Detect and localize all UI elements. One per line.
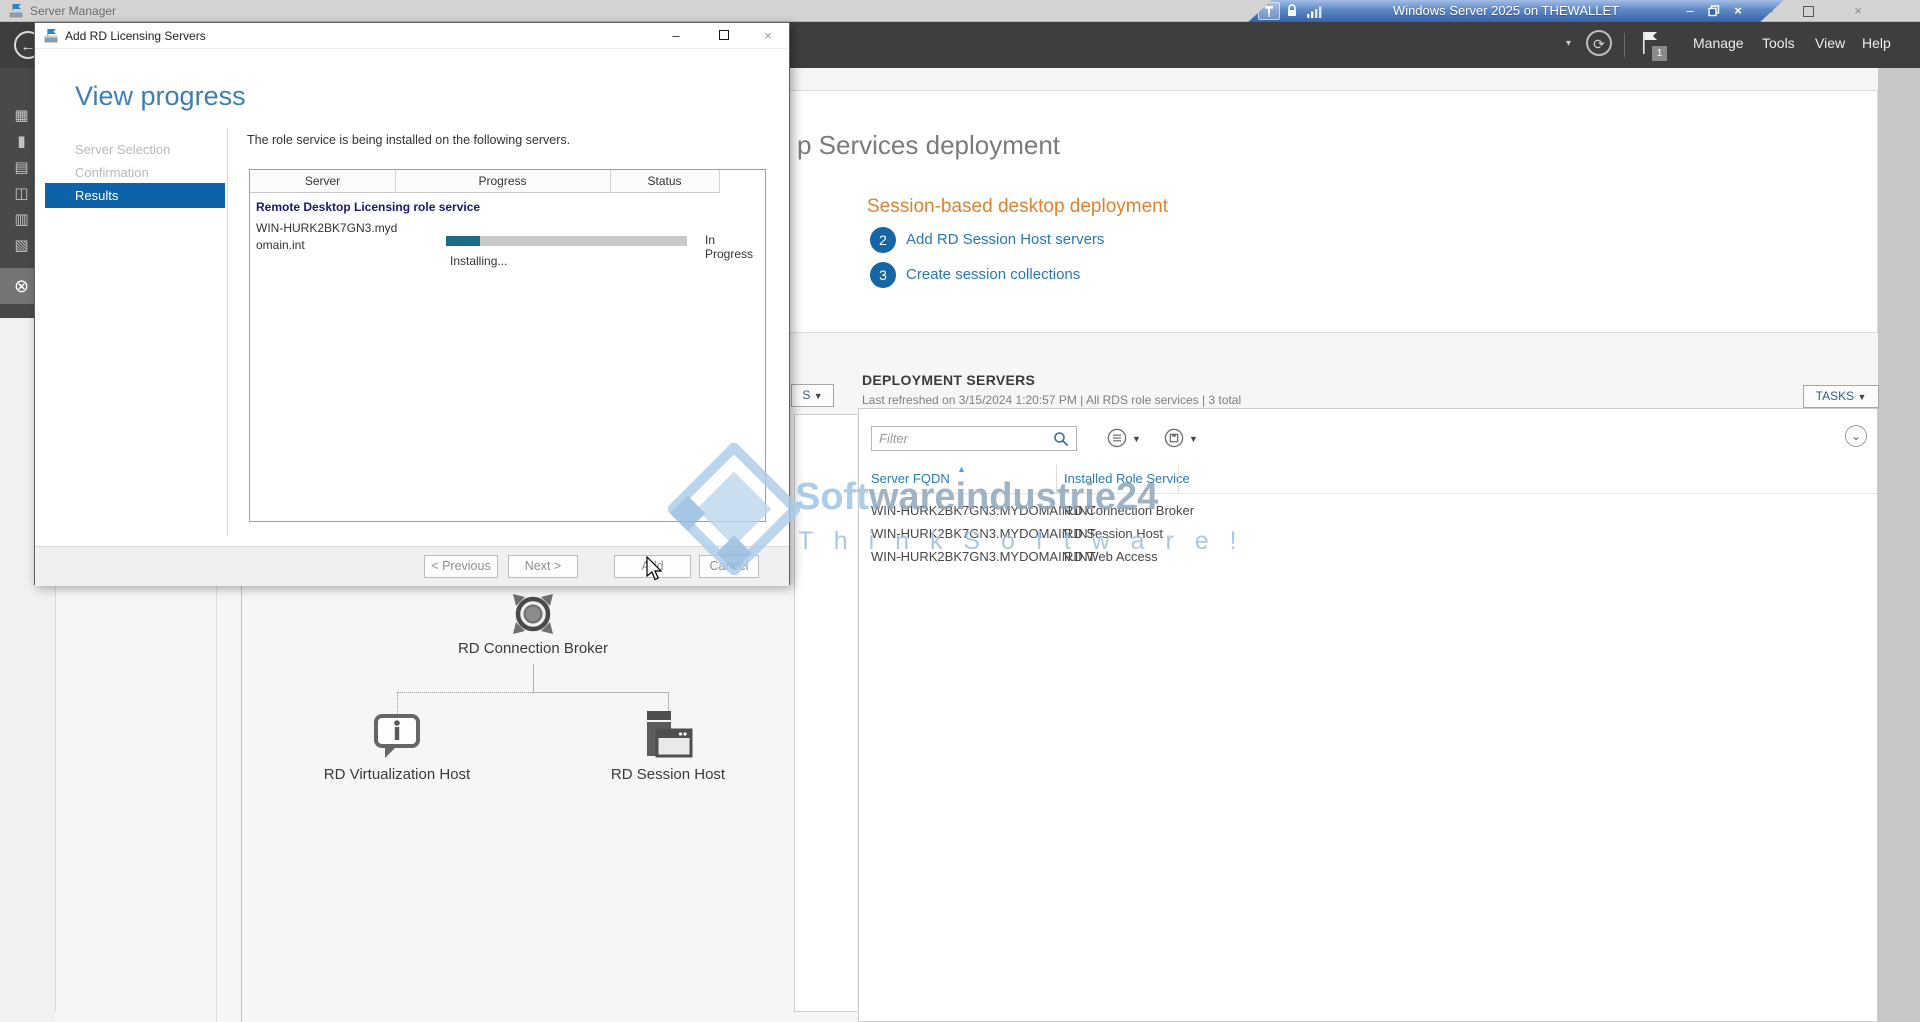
rdp-connection-bar: Windows Server 2025 on THEWALLET – × bbox=[1248, 0, 1784, 22]
filter-input[interactable] bbox=[871, 426, 1077, 451]
table-row-role[interactable]: RD Session Host bbox=[1064, 526, 1163, 541]
rd-connection-broker-label: RD Connection Broker bbox=[433, 640, 633, 657]
menu-manage[interactable]: Manage bbox=[1693, 35, 1744, 51]
menu-view[interactable]: View bbox=[1815, 35, 1845, 51]
header-separator bbox=[1624, 33, 1625, 57]
refresh-button[interactable]: ⟳ bbox=[1586, 30, 1612, 56]
collapse-chevron-button[interactable]: ⌄ bbox=[1845, 425, 1867, 447]
rd-virtualization-host-label: RD Virtualization Host bbox=[297, 766, 497, 783]
create-session-collections-link[interactable]: Create session collections bbox=[906, 266, 1080, 283]
deployment-servers-title: DEPLOYMENT SERVERS bbox=[862, 372, 1035, 388]
lock-icon bbox=[1286, 4, 1298, 23]
menu-help[interactable]: Help bbox=[1862, 35, 1891, 51]
table-row-role[interactable]: RD Web Access bbox=[1064, 549, 1158, 564]
outer-maximize-button[interactable] bbox=[1803, 6, 1814, 17]
caret-down-icon: ▼ bbox=[814, 391, 823, 401]
dialog-minimize-button[interactable]: – bbox=[661, 25, 691, 46]
column-header-status: Status bbox=[610, 170, 719, 193]
screen: Server Manager – × Windows Server 2025 o… bbox=[0, 0, 1920, 1022]
menu-tools[interactable]: Tools bbox=[1762, 35, 1795, 51]
outer-window-title: Server Manager bbox=[30, 4, 116, 18]
caret-down-icon[interactable]: ▼ bbox=[1189, 434, 1198, 444]
signal-strength-icon bbox=[1306, 5, 1322, 23]
sort-ascending-icon: ▲ bbox=[957, 464, 966, 474]
step-3-badge: 3 bbox=[870, 262, 896, 288]
add-button[interactable]: Add bbox=[614, 555, 691, 578]
add-rd-licensing-servers-dialog: Add RD Licensing Servers – × View progre… bbox=[34, 22, 790, 585]
covered-panel-fragment bbox=[794, 414, 857, 1012]
column-header-server-fqdn[interactable]: Server FQDN bbox=[871, 471, 950, 486]
column-header-server: Server bbox=[250, 170, 395, 193]
server-manager-icon bbox=[8, 3, 24, 24]
maximize-icon bbox=[719, 30, 729, 40]
caret-down-icon[interactable]: ▼ bbox=[1132, 434, 1141, 444]
rdp-close-button[interactable]: × bbox=[1728, 1, 1748, 20]
deployment-servers-refresh-line: Last refreshed on 3/15/2024 1:20:57 PM |… bbox=[862, 393, 1241, 407]
install-progress-table: Server Progress Status Remote Desktop Li… bbox=[249, 169, 766, 522]
cancel-button[interactable]: Cancel bbox=[699, 555, 759, 578]
search-icon[interactable] bbox=[1053, 431, 1069, 452]
save-view-button[interactable] bbox=[1164, 428, 1184, 453]
dialog-close-button[interactable]: × bbox=[753, 25, 783, 46]
table-row-role[interactable]: RD Connection Broker bbox=[1064, 503, 1194, 518]
header-bottom-divider bbox=[859, 493, 1877, 494]
connector-line bbox=[397, 692, 533, 693]
dialog-title: Add RD Licensing Servers bbox=[65, 29, 206, 43]
column-divider bbox=[610, 170, 611, 193]
install-row-server: WIN-HURK2BK7GN3.mydomain.int bbox=[256, 220, 398, 255]
tasks-button[interactable]: TASKS ▼ bbox=[1803, 385, 1879, 408]
install-row-status: In Progress bbox=[705, 233, 765, 261]
rd-virtualization-host-icon[interactable] bbox=[373, 712, 421, 765]
rdp-minimize-button[interactable]: – bbox=[1680, 1, 1700, 20]
wizard-footer: < Previous Next > Add Cancel bbox=[35, 546, 789, 586]
wizard-heading: View progress bbox=[75, 81, 246, 112]
dialog-maximize-button[interactable] bbox=[709, 25, 739, 46]
deployment-type-heading: Session-based desktop deployment bbox=[867, 196, 1168, 218]
step-2-badge: 2 bbox=[870, 227, 896, 253]
rd-session-host-icon[interactable] bbox=[642, 710, 694, 767]
table-row-fqdn[interactable]: WIN-HURK2BK7GN3.MYDOMAIN.INT bbox=[871, 549, 1096, 564]
wizard-nav-results[interactable]: Results bbox=[45, 183, 225, 208]
progress-fill bbox=[446, 236, 480, 246]
deployment-servers-panel: ▼ ▼ ⌄ Server FQDN ▲ Installed Role Servi… bbox=[858, 408, 1878, 1022]
role-service-group-label: Remote Desktop Licensing role service bbox=[256, 200, 480, 214]
caret-down-icon: ▼ bbox=[1857, 392, 1866, 402]
chevron-down-icon[interactable]: ▾ bbox=[1566, 38, 1571, 49]
next-button[interactable]: Next > bbox=[508, 555, 578, 578]
column-divider bbox=[395, 170, 396, 193]
dialog-titlebar[interactable]: Add RD Licensing Servers – × bbox=[35, 23, 789, 49]
outer-close-button[interactable]: × bbox=[1847, 1, 1869, 21]
wizard-divider bbox=[227, 129, 228, 535]
column-header-installed-role-service[interactable]: Installed Role Service bbox=[1064, 471, 1190, 486]
connector-line bbox=[533, 664, 534, 692]
tile-edge-line bbox=[241, 585, 242, 1022]
rdp-session-title: Windows Server 2025 on THEWALLET bbox=[1343, 3, 1669, 18]
rd-session-host-label: RD Session Host bbox=[568, 766, 768, 783]
rds-overview-heading-fragment: p Services deployment bbox=[797, 130, 1060, 161]
connector-line bbox=[397, 692, 398, 714]
table-row-fqdn[interactable]: WIN-HURK2BK7GN3.MYDOMAIN.INT bbox=[871, 526, 1096, 541]
wizard-description: The role service is being installed on t… bbox=[247, 133, 570, 147]
tile-edge-line bbox=[216, 585, 217, 1022]
notification-count-badge: 1 bbox=[1652, 46, 1667, 61]
tasks-button-fragment[interactable]: S ▼ bbox=[791, 384, 834, 407]
wizard-nav-server-selection: Server Selection bbox=[75, 142, 170, 157]
progress-label: Installing... bbox=[450, 254, 507, 268]
previous-button[interactable]: < Previous bbox=[424, 555, 498, 578]
column-divider bbox=[719, 170, 720, 193]
table-row-fqdn[interactable]: WIN-HURK2BK7GN3.MYDOMAIN.INT bbox=[871, 503, 1096, 518]
wizard-nav-confirmation: Confirmation bbox=[75, 165, 149, 180]
header-column-divider bbox=[1056, 465, 1057, 493]
add-rd-session-host-link[interactable]: Add RD Session Host servers bbox=[906, 231, 1104, 248]
window-right-gutter bbox=[1878, 68, 1920, 1022]
rdp-restore-button[interactable] bbox=[1704, 1, 1724, 20]
server-manager-icon bbox=[43, 28, 59, 49]
column-header-progress: Progress bbox=[395, 170, 610, 193]
connector-line bbox=[533, 692, 668, 693]
list-view-button[interactable] bbox=[1107, 428, 1127, 453]
rd-connection-broker-icon[interactable] bbox=[509, 590, 557, 643]
progress-bar bbox=[446, 236, 687, 246]
header-column-divider bbox=[1178, 465, 1179, 493]
